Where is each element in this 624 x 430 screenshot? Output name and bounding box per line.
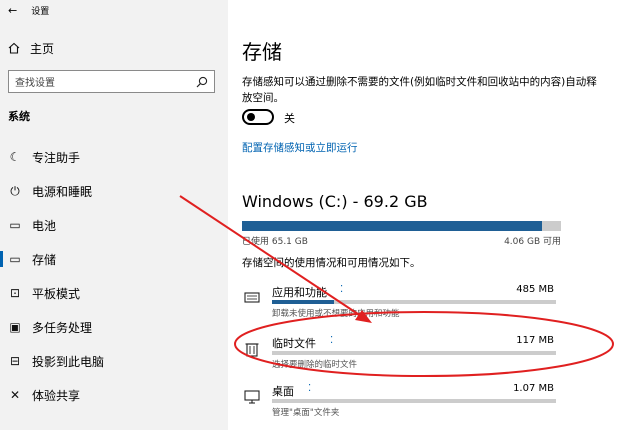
category-temp-files[interactable]: 临时文件 ⁚ 117 MB 选择要删除的临时文件 <box>242 333 562 375</box>
battery-icon: ▭ <box>9 218 21 232</box>
usage-description: 存储空间的使用情况和可用情况如下。 <box>242 257 421 269</box>
sidebar-item-label: 投影到此电脑 <box>32 354 105 369</box>
category-usage-bar <box>272 300 556 304</box>
storage-page: 存储 存储感知可以通过删除不需要的文件(例如临时文件和回收站中的内容)自动释放空… <box>228 0 624 430</box>
storage-sense-toggle[interactable] <box>242 109 274 125</box>
tablet-icon: ⊡ <box>9 286 21 300</box>
sidebar-item-label: 体验共享 <box>32 388 81 403</box>
configure-storage-sense-link[interactable]: 配置存储感知或立即运行 <box>242 140 358 155</box>
section-label: 系统 <box>8 110 30 123</box>
loading-spinner-icon: ⁚ <box>330 335 334 346</box>
sidebar-item-power[interactable]: ⏻ 电源和睡眠 <box>0 174 228 208</box>
sidebar-item-project[interactable]: ⊟ 投影到此电脑 <box>0 344 228 378</box>
sidebar-item-multitask[interactable]: ▣ 多任务处理 <box>0 310 228 344</box>
category-name: 临时文件 <box>272 337 316 350</box>
storage-icon: ▭ <box>9 252 21 266</box>
sidebar-item-label: 存储 <box>32 252 57 267</box>
moon-icon: ☾ <box>9 150 21 164</box>
sidebar-item-focus-assist[interactable]: ☾ 专注助手 <box>0 140 228 174</box>
drive-free-label: 4.06 GB 可用 <box>504 237 561 247</box>
sidebar-item-battery[interactable]: ▭ 电池 <box>0 208 228 242</box>
sidebar-item-label: 电池 <box>32 218 57 233</box>
multitask-icon: ▣ <box>9 320 21 334</box>
home-label: 主页 <box>30 41 55 56</box>
category-description: 卸载未使用或不想要的应用和功能 <box>272 309 400 319</box>
window-titlebar: ← 设置 <box>8 2 49 18</box>
sidebar-item-partial[interactable]: · · · · <box>0 126 228 140</box>
home-nav-item[interactable]: 主页 <box>8 38 54 58</box>
search-input[interactable]: 查找设置 <box>8 70 215 93</box>
category-description: 选择要删除的临时文件 <box>272 360 358 370</box>
category-description: 管理"桌面"文件夹 <box>272 408 340 418</box>
category-name: 应用和功能 <box>272 286 327 299</box>
drive-usage-fill <box>242 221 542 231</box>
drive-title: Windows (C:) - 69.2 GB <box>242 192 428 211</box>
desktop-icon <box>244 390 260 404</box>
drive-used-label: 已使用 65.1 GB <box>242 237 308 247</box>
back-arrow-icon[interactable]: ← <box>8 4 17 17</box>
category-desktop[interactable]: 桌面 ⁚ 1.07 MB 管理"桌面"文件夹 <box>242 381 562 423</box>
category-usage-bar <box>272 399 556 403</box>
toggle-state-label: 关 <box>284 112 295 125</box>
storage-sense-description: 存储感知可以通过删除不需要的文件(例如临时文件和回收站中的内容)自动释放空间。 <box>242 76 597 104</box>
category-name: 桌面 <box>272 385 294 398</box>
apps-icon <box>244 292 260 303</box>
loading-spinner-icon: ⁚ <box>308 383 312 394</box>
share-icon: ✕ <box>9 388 21 402</box>
category-usage-bar <box>272 351 556 355</box>
search-icon[interactable] <box>196 76 208 88</box>
category-size: 1.07 MB <box>513 383 554 394</box>
home-icon <box>8 42 20 54</box>
sidebar-item-share[interactable]: ✕ 体验共享 <box>0 378 228 412</box>
sidebar-item-label: 平板模式 <box>32 286 81 301</box>
project-icon: ⊟ <box>9 354 21 368</box>
settings-sidebar: ← 设置 主页 查找设置 系统 · · · · ☾ 专注助手 ⏻ 电源和睡眠 ▭… <box>0 0 228 430</box>
sidebar-item-label: 专注助手 <box>32 150 81 165</box>
search-placeholder: 查找设置 <box>15 78 55 89</box>
category-apps[interactable]: 应用和功能 ⁚ 485 MB 卸载未使用或不想要的应用和功能 <box>242 282 562 324</box>
power-icon: ⏻ <box>10 183 20 198</box>
trash-icon <box>245 343 259 357</box>
sidebar-item-storage[interactable]: ▭ 存储 <box>0 242 228 276</box>
sidebar-item-label: 多任务处理 <box>32 320 93 335</box>
category-size: 485 MB <box>516 284 554 295</box>
category-usage-fill <box>272 300 335 304</box>
window-title: 设置 <box>31 6 50 17</box>
category-size: 117 MB <box>516 335 554 346</box>
page-title: 存储 <box>242 40 282 64</box>
sidebar-item-label: 电源和睡眠 <box>32 184 93 199</box>
loading-spinner-icon: ⁚ <box>340 284 344 295</box>
sidebar-item-tablet[interactable]: ⊡ 平板模式 <box>0 276 228 310</box>
drive-usage-bar <box>242 221 561 231</box>
sidebar-nav: · · · · ☾ 专注助手 ⏻ 电源和睡眠 ▭ 电池 ▭ 存储 ⊡ 平板模式 … <box>0 126 228 412</box>
